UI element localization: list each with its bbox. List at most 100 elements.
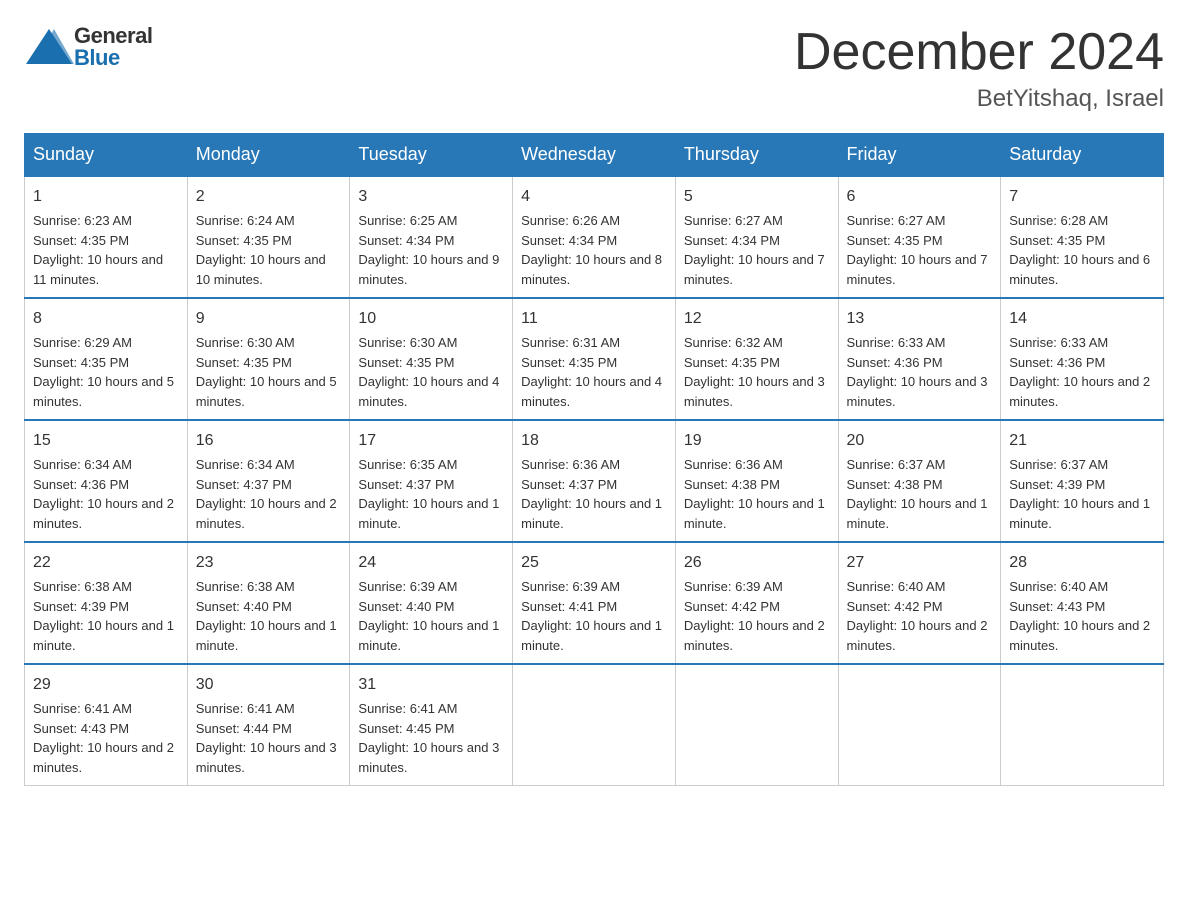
day-number: 8 — [33, 307, 179, 331]
calendar-header-row: Sunday Monday Tuesday Wednesday Thursday… — [25, 134, 1164, 177]
day-info: Sunrise: 6:36 AMSunset: 4:37 PMDaylight:… — [521, 457, 662, 531]
day-number: 24 — [358, 551, 504, 575]
day-number: 17 — [358, 429, 504, 453]
logo: General Blue — [24, 24, 152, 69]
calendar-cell — [838, 664, 1001, 786]
day-info: Sunrise: 6:41 AMSunset: 4:44 PMDaylight:… — [196, 701, 337, 775]
day-info: Sunrise: 6:36 AMSunset: 4:38 PMDaylight:… — [684, 457, 825, 531]
header-friday: Friday — [838, 134, 1001, 177]
day-info: Sunrise: 6:33 AMSunset: 4:36 PMDaylight:… — [1009, 335, 1150, 409]
day-number: 9 — [196, 307, 342, 331]
calendar-cell: 30 Sunrise: 6:41 AMSunset: 4:44 PMDaylig… — [187, 664, 350, 786]
day-info: Sunrise: 6:25 AMSunset: 4:34 PMDaylight:… — [358, 213, 499, 287]
calendar-cell: 29 Sunrise: 6:41 AMSunset: 4:43 PMDaylig… — [25, 664, 188, 786]
calendar-cell: 4 Sunrise: 6:26 AMSunset: 4:34 PMDayligh… — [513, 176, 676, 298]
calendar-week-1: 1 Sunrise: 6:23 AMSunset: 4:35 PMDayligh… — [25, 176, 1164, 298]
calendar-cell: 12 Sunrise: 6:32 AMSunset: 4:35 PMDaylig… — [675, 298, 838, 420]
day-number: 20 — [847, 429, 993, 453]
day-number: 27 — [847, 551, 993, 575]
header-thursday: Thursday — [675, 134, 838, 177]
day-info: Sunrise: 6:26 AMSunset: 4:34 PMDaylight:… — [521, 213, 662, 287]
calendar-cell: 20 Sunrise: 6:37 AMSunset: 4:38 PMDaylig… — [838, 420, 1001, 542]
calendar-cell: 22 Sunrise: 6:38 AMSunset: 4:39 PMDaylig… — [25, 542, 188, 664]
header-tuesday: Tuesday — [350, 134, 513, 177]
calendar-cell: 23 Sunrise: 6:38 AMSunset: 4:40 PMDaylig… — [187, 542, 350, 664]
calendar-cell: 1 Sunrise: 6:23 AMSunset: 4:35 PMDayligh… — [25, 176, 188, 298]
day-info: Sunrise: 6:40 AMSunset: 4:43 PMDaylight:… — [1009, 579, 1150, 653]
calendar-cell: 27 Sunrise: 6:40 AMSunset: 4:42 PMDaylig… — [838, 542, 1001, 664]
day-info: Sunrise: 6:30 AMSunset: 4:35 PMDaylight:… — [196, 335, 337, 409]
calendar-cell: 7 Sunrise: 6:28 AMSunset: 4:35 PMDayligh… — [1001, 176, 1164, 298]
day-info: Sunrise: 6:40 AMSunset: 4:42 PMDaylight:… — [847, 579, 988, 653]
day-number: 30 — [196, 673, 342, 697]
logo-icon — [24, 24, 74, 69]
day-info: Sunrise: 6:33 AMSunset: 4:36 PMDaylight:… — [847, 335, 988, 409]
calendar-cell: 15 Sunrise: 6:34 AMSunset: 4:36 PMDaylig… — [25, 420, 188, 542]
day-number: 19 — [684, 429, 830, 453]
day-info: Sunrise: 6:30 AMSunset: 4:35 PMDaylight:… — [358, 335, 499, 409]
day-number: 25 — [521, 551, 667, 575]
day-number: 11 — [521, 307, 667, 331]
day-info: Sunrise: 6:27 AMSunset: 4:35 PMDaylight:… — [847, 213, 988, 287]
calendar-cell — [513, 664, 676, 786]
day-info: Sunrise: 6:39 AMSunset: 4:42 PMDaylight:… — [684, 579, 825, 653]
day-number: 5 — [684, 185, 830, 209]
day-number: 12 — [684, 307, 830, 331]
day-info: Sunrise: 6:23 AMSunset: 4:35 PMDaylight:… — [33, 213, 163, 287]
calendar-cell: 8 Sunrise: 6:29 AMSunset: 4:35 PMDayligh… — [25, 298, 188, 420]
calendar-cell: 13 Sunrise: 6:33 AMSunset: 4:36 PMDaylig… — [838, 298, 1001, 420]
month-title: December 2024 — [794, 24, 1164, 81]
day-number: 1 — [33, 185, 179, 209]
page-header: General Blue December 2024 BetYitshaq, I… — [24, 24, 1164, 113]
day-number: 6 — [847, 185, 993, 209]
day-number: 14 — [1009, 307, 1155, 331]
header-saturday: Saturday — [1001, 134, 1164, 177]
calendar-cell: 16 Sunrise: 6:34 AMSunset: 4:37 PMDaylig… — [187, 420, 350, 542]
location-title: BetYitshaq, Israel — [794, 85, 1164, 113]
day-info: Sunrise: 6:34 AMSunset: 4:36 PMDaylight:… — [33, 457, 174, 531]
calendar-cell: 24 Sunrise: 6:39 AMSunset: 4:40 PMDaylig… — [350, 542, 513, 664]
calendar-cell: 31 Sunrise: 6:41 AMSunset: 4:45 PMDaylig… — [350, 664, 513, 786]
calendar-week-3: 15 Sunrise: 6:34 AMSunset: 4:36 PMDaylig… — [25, 420, 1164, 542]
calendar-cell: 9 Sunrise: 6:30 AMSunset: 4:35 PMDayligh… — [187, 298, 350, 420]
day-number: 13 — [847, 307, 993, 331]
day-number: 2 — [196, 185, 342, 209]
day-number: 10 — [358, 307, 504, 331]
calendar-cell: 26 Sunrise: 6:39 AMSunset: 4:42 PMDaylig… — [675, 542, 838, 664]
day-info: Sunrise: 6:29 AMSunset: 4:35 PMDaylight:… — [33, 335, 174, 409]
day-info: Sunrise: 6:41 AMSunset: 4:43 PMDaylight:… — [33, 701, 174, 775]
day-number: 22 — [33, 551, 179, 575]
day-info: Sunrise: 6:27 AMSunset: 4:34 PMDaylight:… — [684, 213, 825, 287]
day-info: Sunrise: 6:32 AMSunset: 4:35 PMDaylight:… — [684, 335, 825, 409]
day-number: 18 — [521, 429, 667, 453]
calendar-week-4: 22 Sunrise: 6:38 AMSunset: 4:39 PMDaylig… — [25, 542, 1164, 664]
header-wednesday: Wednesday — [513, 134, 676, 177]
calendar-cell: 19 Sunrise: 6:36 AMSunset: 4:38 PMDaylig… — [675, 420, 838, 542]
day-info: Sunrise: 6:39 AMSunset: 4:40 PMDaylight:… — [358, 579, 499, 653]
day-number: 15 — [33, 429, 179, 453]
calendar-cell: 2 Sunrise: 6:24 AMSunset: 4:35 PMDayligh… — [187, 176, 350, 298]
day-info: Sunrise: 6:37 AMSunset: 4:39 PMDaylight:… — [1009, 457, 1150, 531]
day-number: 29 — [33, 673, 179, 697]
calendar-cell: 17 Sunrise: 6:35 AMSunset: 4:37 PMDaylig… — [350, 420, 513, 542]
calendar-cell — [675, 664, 838, 786]
calendar-table: Sunday Monday Tuesday Wednesday Thursday… — [24, 133, 1164, 786]
calendar-cell: 5 Sunrise: 6:27 AMSunset: 4:34 PMDayligh… — [675, 176, 838, 298]
day-number: 3 — [358, 185, 504, 209]
calendar-cell: 25 Sunrise: 6:39 AMSunset: 4:41 PMDaylig… — [513, 542, 676, 664]
day-number: 26 — [684, 551, 830, 575]
logo-general-text: General — [74, 25, 152, 47]
calendar-cell: 21 Sunrise: 6:37 AMSunset: 4:39 PMDaylig… — [1001, 420, 1164, 542]
day-number: 31 — [358, 673, 504, 697]
calendar-cell: 3 Sunrise: 6:25 AMSunset: 4:34 PMDayligh… — [350, 176, 513, 298]
calendar-cell: 28 Sunrise: 6:40 AMSunset: 4:43 PMDaylig… — [1001, 542, 1164, 664]
day-info: Sunrise: 6:41 AMSunset: 4:45 PMDaylight:… — [358, 701, 499, 775]
day-info: Sunrise: 6:38 AMSunset: 4:39 PMDaylight:… — [33, 579, 174, 653]
day-number: 16 — [196, 429, 342, 453]
day-info: Sunrise: 6:37 AMSunset: 4:38 PMDaylight:… — [847, 457, 988, 531]
logo-blue-text: Blue — [74, 47, 152, 69]
header-monday: Monday — [187, 134, 350, 177]
day-info: Sunrise: 6:34 AMSunset: 4:37 PMDaylight:… — [196, 457, 337, 531]
calendar-cell: 10 Sunrise: 6:30 AMSunset: 4:35 PMDaylig… — [350, 298, 513, 420]
title-section: December 2024 BetYitshaq, Israel — [794, 24, 1164, 113]
